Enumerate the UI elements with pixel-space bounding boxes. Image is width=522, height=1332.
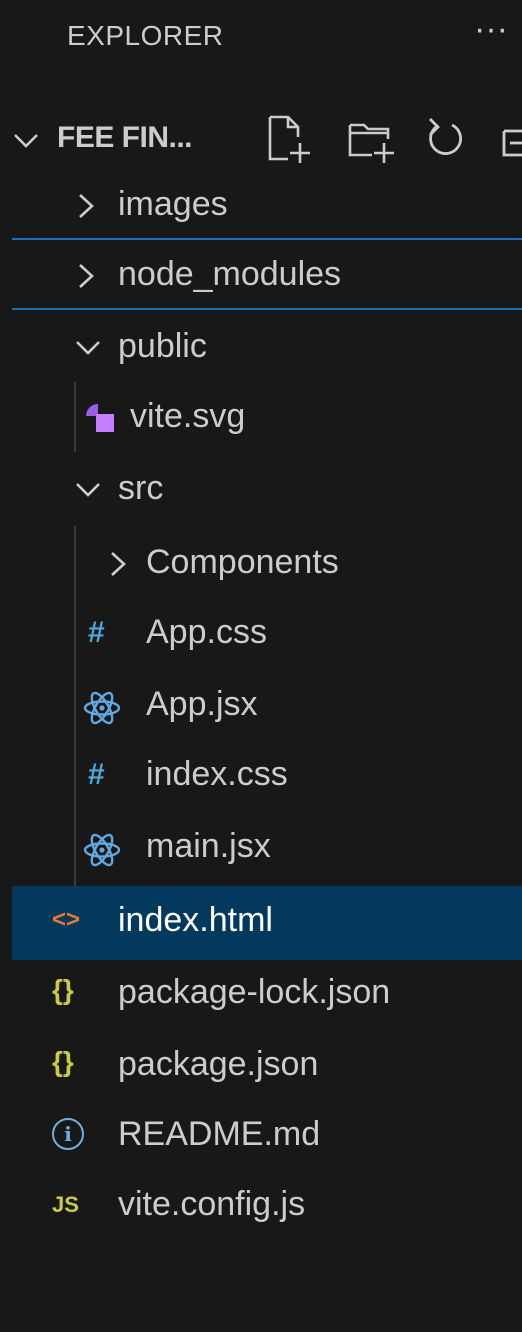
tree-item-label: node_modules: [118, 255, 342, 293]
tree-item-label: vite.svg: [130, 397, 246, 435]
tree-item-label: App.jsx: [146, 685, 258, 723]
tree-folder-images[interactable]: images: [12, 172, 522, 242]
tree-item-label: vite.config.js: [118, 1185, 306, 1223]
tree-folder-components[interactable]: Components: [12, 530, 522, 600]
new-file-icon[interactable]: [262, 111, 314, 167]
tree-folder-public[interactable]: public: [12, 314, 522, 384]
tree-item-label: package.json: [118, 1045, 319, 1083]
collapse-all-icon[interactable]: [500, 111, 522, 167]
tree-item-label: Components: [146, 543, 339, 581]
tree-file-readme-md[interactable]: i README.md: [12, 1102, 522, 1172]
tree-item-label: package-lock.json: [118, 973, 391, 1011]
workspace-name: FEE FIN...: [57, 121, 193, 154]
focus-outline-top: [12, 238, 522, 240]
tree-item-label: public: [118, 327, 207, 365]
js-file-icon: JS: [52, 1192, 79, 1217]
json-file-icon: {}: [52, 1046, 74, 1077]
tree-item-label: index.css: [146, 755, 288, 793]
tree-item-label: index.html: [118, 901, 273, 939]
tree-folder-node-modules[interactable]: node_modules: [12, 242, 522, 312]
tree-item-label: README.md: [118, 1115, 321, 1153]
tree-file-package-lock-json[interactable]: {} package-lock.json: [12, 960, 522, 1030]
tree-file-vite-config-js[interactable]: JS vite.config.js: [12, 1172, 522, 1242]
chevron-right-icon: [79, 264, 94, 288]
tree-file-app-css[interactable]: # App.css: [12, 600, 522, 670]
focus-outline-bottom: [12, 308, 522, 310]
tree-folder-src[interactable]: src: [12, 456, 522, 526]
react-file-icon: [83, 691, 121, 725]
chevron-down-icon: [76, 341, 100, 355]
more-actions-icon[interactable]: ···: [474, 12, 508, 46]
json-file-icon: {}: [52, 974, 74, 1005]
tree-file-vite-svg[interactable]: vite.svg: [12, 384, 522, 454]
chevron-down-icon: [76, 483, 100, 497]
explorer-panel: EXPLORER ··· FEE FIN... images node_modu…: [12, 0, 522, 1332]
refresh-icon[interactable]: [422, 111, 470, 167]
tree-item-label: src: [118, 469, 164, 507]
new-folder-icon[interactable]: [344, 111, 400, 167]
css-file-icon: #: [88, 616, 105, 649]
html-file-icon: <>: [52, 906, 81, 933]
css-file-icon: #: [88, 758, 105, 791]
svg-file-icon: [86, 404, 114, 432]
tree-file-index-html[interactable]: <> index.html: [12, 886, 522, 960]
chevron-right-icon: [79, 194, 94, 218]
react-file-icon: [83, 833, 121, 867]
info-icon: i: [52, 1118, 84, 1150]
tree-file-package-json[interactable]: {} package.json: [12, 1032, 522, 1102]
tree-file-main-jsx[interactable]: main.jsx: [12, 814, 522, 884]
chevron-right-icon: [111, 552, 126, 576]
chevron-down-icon: [14, 134, 38, 148]
tree-item-label: images: [118, 185, 228, 223]
explorer-title: EXPLORER: [67, 20, 224, 51]
tree-item-label: App.css: [146, 613, 267, 651]
tree-file-index-css[interactable]: # index.css: [12, 742, 522, 812]
explorer-header: EXPLORER ···: [12, 0, 522, 80]
tree-file-app-jsx[interactable]: App.jsx: [12, 672, 522, 742]
workspace-folder-header[interactable]: FEE FIN...: [12, 105, 522, 175]
tree-item-label: main.jsx: [146, 827, 271, 865]
